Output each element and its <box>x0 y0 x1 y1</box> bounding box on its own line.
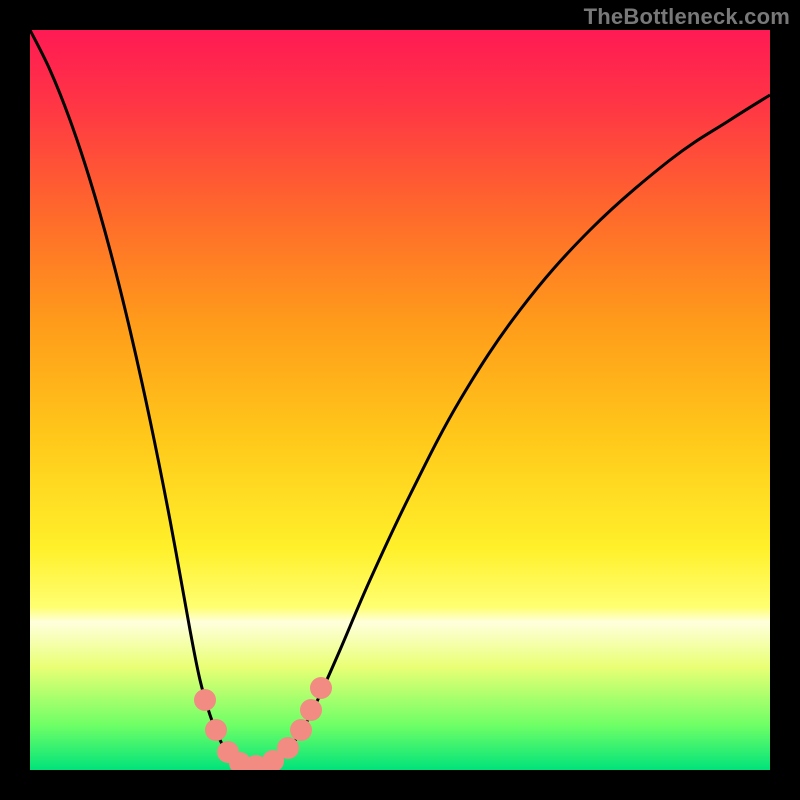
watermark-text: TheBottleneck.com <box>584 4 790 30</box>
highlight-dot <box>290 719 312 741</box>
chart-frame: TheBottleneck.com <box>0 0 800 800</box>
bottleneck-curve-chart <box>0 0 800 800</box>
highlight-dot <box>194 689 216 711</box>
highlight-dot <box>310 677 332 699</box>
gradient-background <box>30 30 770 770</box>
highlight-dot <box>300 699 322 721</box>
highlight-dot <box>277 737 299 759</box>
highlight-dot <box>205 719 227 741</box>
